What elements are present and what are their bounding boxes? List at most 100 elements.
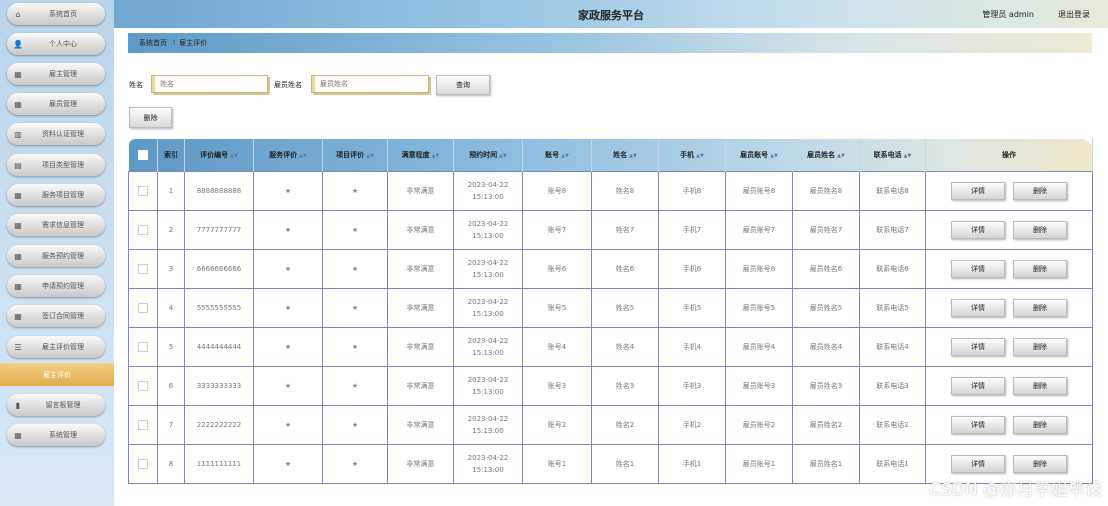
logout-link[interactable]: 退出登录: [1058, 9, 1090, 20]
sidebar-item-1[interactable]: 👤 个人中心: [7, 33, 105, 55]
row-select-cell: [128, 444, 158, 484]
sidebar-item-3[interactable]: ▦ 雇员管理: [7, 93, 105, 115]
header: 家政服务平台 管理员 admin 退出登录: [114, 0, 1108, 28]
project-eval-cell: ★: [322, 249, 388, 289]
col-satisfaction[interactable]: 满意程度 ▲▼: [387, 139, 454, 172]
breadcrumb-home[interactable]: 系统首页: [139, 38, 167, 48]
account-cell: 账号8: [522, 171, 592, 211]
col-phone[interactable]: 手机 ▲▼: [658, 139, 726, 172]
project-eval-cell: ★: [322, 405, 388, 445]
row-delete-button[interactable]: 删除: [1013, 182, 1067, 200]
col-account[interactable]: 账号 ▲▼: [522, 139, 592, 172]
row-delete-button[interactable]: 删除: [1013, 377, 1067, 395]
sort-icon: ▲▼: [499, 153, 507, 159]
sidebar-item-11[interactable]: ☰ 雇主评价管理: [7, 336, 105, 358]
row-checkbox[interactable]: [138, 381, 148, 391]
service-eval-cell: ★: [253, 444, 323, 484]
sidebar-item-label: 雇主评价管理: [42, 343, 84, 351]
col-employee-name[interactable]: 雇员姓名 ▲▼: [792, 139, 860, 172]
row-delete-button[interactable]: 删除: [1013, 260, 1067, 278]
account-cell: 账号7: [522, 210, 592, 250]
detail-button[interactable]: 详情: [951, 260, 1005, 278]
name-search-input[interactable]: [151, 75, 268, 93]
sort-icon: ▲▼: [696, 153, 704, 159]
detail-button[interactable]: 详情: [951, 416, 1005, 434]
batch-delete-button[interactable]: 删除: [129, 107, 172, 128]
row-checkbox[interactable]: [138, 264, 148, 274]
row-delete-button[interactable]: 删除: [1013, 221, 1067, 239]
detail-button[interactable]: 详情: [951, 455, 1005, 473]
col-employee-account[interactable]: 雇员账号 ▲▼: [725, 139, 793, 172]
sidebar-item-label: 申请预约管理: [42, 282, 84, 290]
sidebar-item-label: 系统管理: [49, 431, 77, 439]
sidebar-item-label: 项目类型管理: [42, 161, 84, 169]
actions-cell: 详情 删除: [925, 249, 1093, 289]
name-cell: 姓名8: [591, 171, 659, 211]
sidebar-item-2[interactable]: ▦ 雇主管理: [7, 63, 105, 85]
user-icon: 👤: [13, 39, 23, 49]
detail-button[interactable]: 详情: [951, 221, 1005, 239]
phone-cell: 手机5: [658, 288, 726, 328]
row-checkbox[interactable]: [138, 303, 148, 313]
project-eval-cell: ★: [322, 210, 388, 250]
satisfaction-cell: 非常满意: [387, 249, 454, 289]
grid-icon: ▦: [14, 311, 22, 321]
row-checkbox[interactable]: [138, 420, 148, 430]
col-project-eval[interactable]: 项目评价 ▲▼: [322, 139, 388, 172]
table-row: 2 7777777777 ★ ★ 非常满意 2023-04-22 15:13:00 账号7 姓…: [128, 210, 1093, 250]
page-title: 家政服务平台: [578, 9, 644, 22]
account-cell: 账号6: [522, 249, 592, 289]
sidebar-item-5[interactable]: ▤ 项目类型管理: [7, 154, 105, 176]
col-employee-account-label: 雇员账号: [740, 151, 769, 159]
sidebar-item-8[interactable]: ▦ 服务预约管理: [7, 245, 105, 267]
table-row: 4 5555555555 ★ ★ 非常满意 2023-04-22 15:13:00 账号5 姓…: [128, 288, 1093, 328]
detail-button[interactable]: 详情: [951, 338, 1005, 356]
grid-icon: ▦: [14, 251, 22, 261]
card-icon: ▤: [14, 160, 22, 170]
eval-no-cell: 7777777777: [184, 210, 254, 250]
detail-button[interactable]: 详情: [951, 377, 1005, 395]
row-index-cell: 1: [157, 171, 185, 211]
phone-cell: 手机8: [658, 171, 726, 211]
sidebar-item-9[interactable]: ▦ 申请预约管理: [7, 275, 105, 297]
row-delete-button[interactable]: 删除: [1013, 416, 1067, 434]
project-eval-cell: ★: [322, 366, 388, 406]
col-service-eval[interactable]: 服务评价 ▲▼: [253, 139, 323, 172]
detail-button[interactable]: 详情: [951, 182, 1005, 200]
query-button[interactable]: 查询: [436, 75, 490, 95]
sidebar-item-4[interactable]: ▥ 资料认证管理: [7, 123, 105, 145]
col-employee-name-label: 雇员姓名: [807, 151, 836, 159]
satisfaction-cell: 非常满意: [387, 405, 454, 445]
employee-name-search-input[interactable]: [311, 75, 429, 93]
sidebar-item-13[interactable]: ▦ 系统管理: [7, 424, 105, 446]
row-checkbox[interactable]: [138, 459, 148, 469]
col-booking-time[interactable]: 预约时间 ▲▼: [453, 139, 523, 172]
sidebar-item-10[interactable]: ▦ 签订合同管理: [7, 305, 105, 327]
select-all-checkbox[interactable]: [137, 150, 148, 160]
col-eval-no[interactable]: 评价编号 ▲▼: [184, 139, 254, 172]
contact-phone-cell: 联系电话3: [859, 366, 926, 406]
row-delete-button[interactable]: 删除: [1013, 299, 1067, 317]
row-delete-button[interactable]: 删除: [1013, 455, 1067, 473]
breadcrumb-current: 雇主评价: [179, 39, 208, 47]
row-checkbox[interactable]: [138, 342, 148, 352]
grid-icon: ▦: [14, 190, 22, 200]
col-actions: 操作: [925, 139, 1093, 172]
sidebar-item-12[interactable]: ▮ 留言板管理: [7, 394, 105, 416]
col-contact-phone[interactable]: 联系电话 ▲▼: [859, 139, 926, 172]
sidebar-item-0[interactable]: ⌂ 系统首页: [7, 3, 105, 25]
sort-icon: ▲▼: [431, 153, 440, 159]
project-eval-cell: ★: [322, 288, 388, 328]
sidebar-subitem-employer-evaluation[interactable]: 雇主评价: [0, 363, 114, 386]
detail-button[interactable]: 详情: [951, 299, 1005, 317]
actions-cell: 详情 删除: [925, 366, 1093, 406]
row-checkbox[interactable]: [138, 225, 148, 235]
sidebar-item-7[interactable]: ▦ 需求信息管理: [7, 214, 105, 236]
sort-icon: ▲▼: [837, 153, 845, 159]
row-delete-button[interactable]: 删除: [1013, 338, 1067, 356]
sidebar-item-label: 留言板管理: [45, 401, 81, 409]
col-name[interactable]: 姓名 ▲▼: [591, 139, 659, 172]
sidebar-item-6[interactable]: ▦ 服务项目管理: [7, 184, 105, 206]
col-service-eval-label: 服务评价: [269, 151, 298, 159]
row-checkbox[interactable]: [138, 186, 148, 196]
